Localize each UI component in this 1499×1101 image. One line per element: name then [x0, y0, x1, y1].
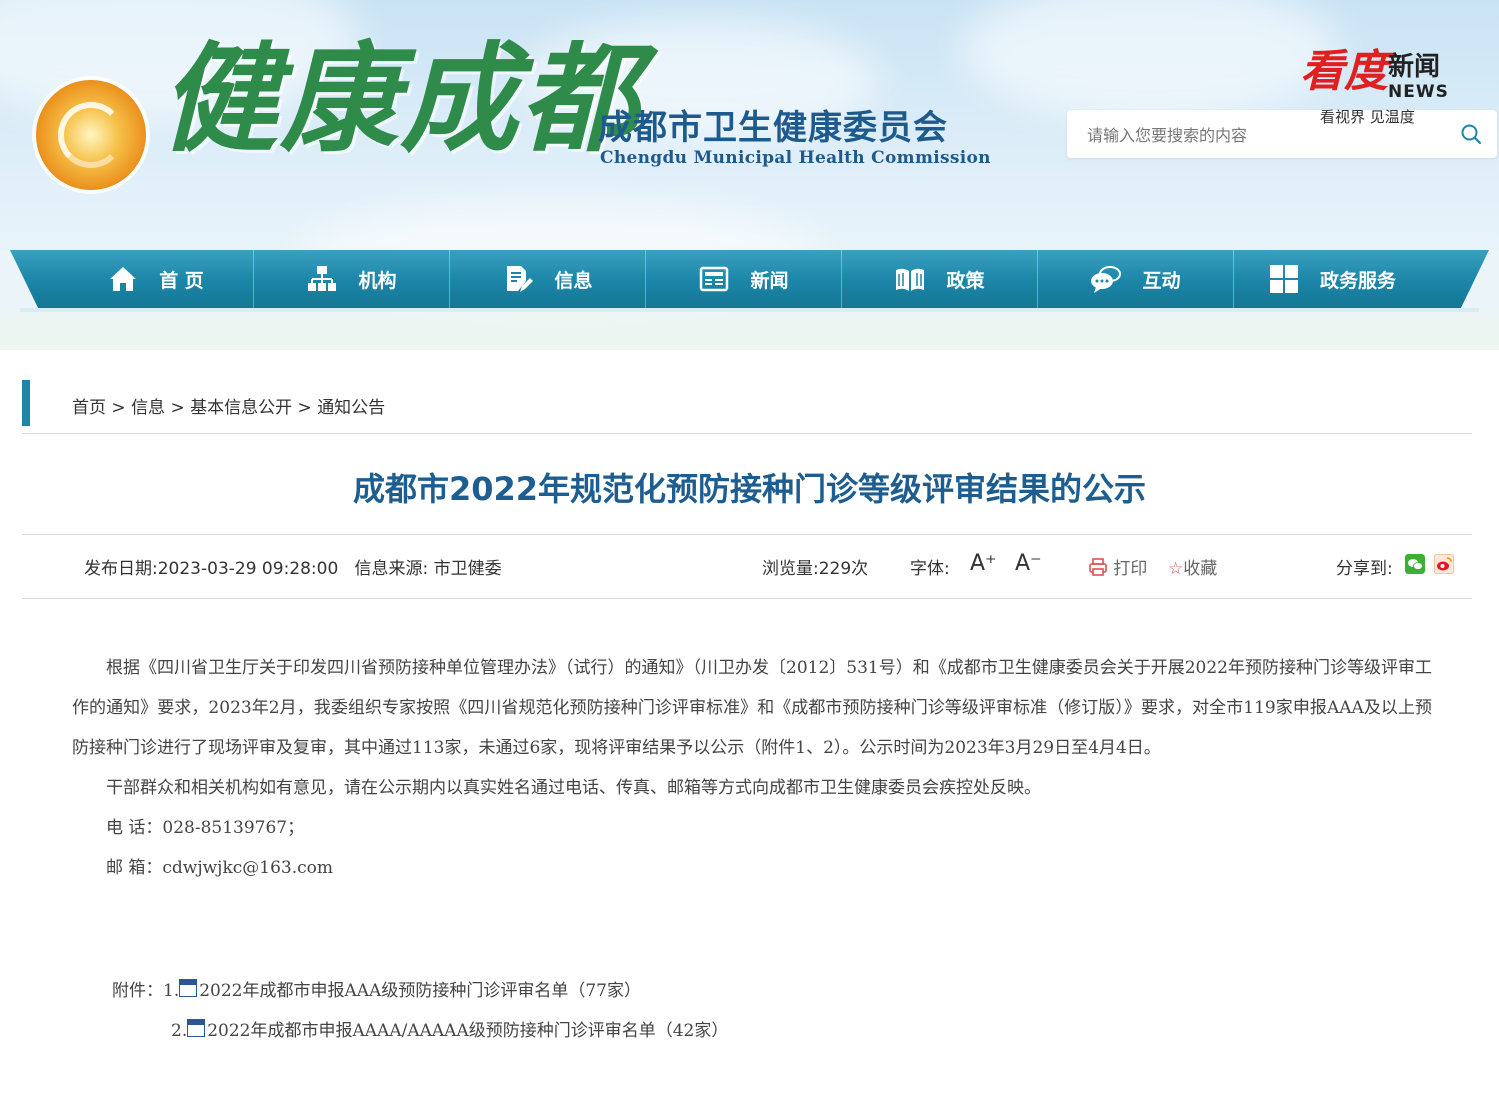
- contact-email: 邮 箱：cdwjwjkc@163.com: [106, 858, 334, 878]
- weibo-share-icon[interactable]: [1434, 554, 1454, 574]
- publish-date: 2023-03-29 09:28:00: [157, 559, 339, 579]
- news-watermark-logo: 看度 新闻 NEWS 看视界 见温度: [1300, 50, 1460, 130]
- nav-item-label: 政务服务: [1319, 269, 1396, 292]
- attachment-link[interactable]: 2022年成都市申报AAAA/AAAAA级预防接种门诊评审名单（42家）: [207, 1021, 728, 1041]
- attachment-number: 2.: [171, 1021, 188, 1041]
- cloud-decoration: [960, 0, 1340, 120]
- grid-icon: [1269, 265, 1298, 293]
- main-nav: 首 页 机构 信息 新闻 政策 互动 政务服务: [0, 250, 1499, 312]
- attachment-link[interactable]: 2022年成都市申报AAA级预防接种门诊评审名单（77家）: [199, 981, 641, 1001]
- chat-bubbles-icon: [1091, 266, 1122, 293]
- body-paragraph: 干部群众和相关机构如有意见，请在公示期内以真实姓名通过电话、传真、邮箱等方式向成…: [106, 778, 1041, 798]
- source-label: 信息来源:: [354, 559, 429, 579]
- watermark-news: NEWS: [1388, 82, 1449, 102]
- site-header: 健康成都 成都市卫生健康委员会 Chengdu Municipal Health…: [0, 0, 1499, 350]
- watermark-xinwen: 新闻: [1388, 52, 1441, 82]
- attachment-label: 附件：: [112, 981, 163, 1001]
- nav-item-interact[interactable]: 互动: [1038, 250, 1234, 308]
- watermark-kan: 看度: [1300, 46, 1388, 97]
- divider: [22, 433, 1472, 434]
- font-decrease-button[interactable]: A⁻: [1015, 551, 1042, 576]
- nav-item-info[interactable]: 信息: [450, 250, 646, 308]
- newspaper-icon: [700, 266, 729, 292]
- font-size-label: 字体:: [910, 559, 950, 579]
- source-value: 市卫健委: [433, 559, 502, 579]
- article-body: 根据《四川省卫生厅关于印发四川省预防接种单位管理办法》（试行）的通知》（川卫办发…: [72, 648, 1432, 888]
- wechat-share-icon[interactable]: [1405, 554, 1425, 574]
- breadcrumb-separator: >: [111, 398, 126, 418]
- brand-title[interactable]: 健康成都: [160, 40, 640, 158]
- nav-item-services[interactable]: 政务服务: [1234, 250, 1430, 308]
- nav-item-org[interactable]: 机构: [254, 250, 450, 308]
- nav-item-label: 首 页: [159, 269, 204, 292]
- nav-item-home[interactable]: 首 页: [58, 250, 254, 308]
- publish-label: 发布日期:: [84, 559, 158, 579]
- nav-item-label: 信息: [554, 269, 593, 292]
- home-icon: [110, 267, 137, 291]
- nav-item-news[interactable]: 新闻: [646, 250, 842, 308]
- print-button[interactable]: 打印: [1088, 554, 1147, 579]
- word-document-icon: [187, 1019, 206, 1037]
- attachment-item: 2. 2022年成都市申报AAAA/AAAAA级预防接种门诊评审名单（42家）: [171, 1016, 728, 1041]
- breadcrumb: 首页 > 信息 > 基本信息公开 > 通知公告: [22, 380, 1472, 426]
- breadcrumb-accent-bar: [22, 380, 30, 426]
- breadcrumb-separator: >: [170, 398, 185, 418]
- org-chart-icon: [308, 266, 337, 291]
- contact-phone: 电 话：028-85139767；: [106, 818, 305, 838]
- divider: [22, 598, 1472, 599]
- divider: [22, 534, 1472, 535]
- article-title: 成都市2022年规范化预防接种门诊等级评审结果的公示: [352, 470, 1147, 508]
- publish-info: 发布日期:2023-03-29 09:28:00 信息来源: 市卫健委: [84, 554, 502, 579]
- nav-item-label: 互动: [1142, 269, 1181, 292]
- sun-logo-icon[interactable]: [36, 80, 146, 190]
- breadcrumb-item-home[interactable]: 首页: [72, 398, 106, 418]
- breadcrumb-item-basic-info[interactable]: 基本信息公开: [190, 398, 292, 418]
- search-icon[interactable]: [1459, 122, 1483, 146]
- share-label: 分享到:: [1336, 559, 1393, 579]
- favorite-button[interactable]: ☆收藏: [1168, 554, 1217, 579]
- star-icon: ☆: [1168, 559, 1184, 579]
- nav-item-policy[interactable]: 政策: [842, 250, 1038, 308]
- word-document-icon: [179, 979, 198, 997]
- book-icon: [896, 268, 925, 291]
- font-increase-button[interactable]: A⁺: [970, 551, 997, 576]
- view-count: 浏览量:229次: [762, 559, 869, 579]
- favorite-label: 收藏: [1183, 559, 1218, 579]
- breadcrumb-item-notices[interactable]: 通知公告: [317, 398, 385, 418]
- breadcrumb-separator: >: [297, 398, 312, 418]
- document-edit-icon: [507, 266, 534, 292]
- attachment-item: 附件：1. 2022年成都市申报AAA级预防接种门诊评审名单（77家）: [112, 976, 641, 1001]
- print-label: 打印: [1113, 559, 1148, 579]
- nav-item-label: 政策: [946, 269, 985, 292]
- nav-item-label: 机构: [358, 269, 397, 292]
- body-paragraph: 根据《四川省卫生厅关于印发四川省预防接种单位管理办法》（试行）的通知》（川卫办发…: [72, 658, 1432, 758]
- org-name-cn: 成都市卫生健康委员会: [598, 108, 948, 148]
- watermark-slogan: 看视界 见温度: [1320, 108, 1415, 126]
- nav-item-label: 新闻: [750, 269, 789, 292]
- breadcrumb-item-info[interactable]: 信息: [131, 398, 165, 418]
- attachment-number: 1.: [163, 981, 180, 1001]
- org-name-en: Chengdu Municipal Health Commission: [600, 148, 991, 168]
- printer-icon: [1089, 558, 1107, 576]
